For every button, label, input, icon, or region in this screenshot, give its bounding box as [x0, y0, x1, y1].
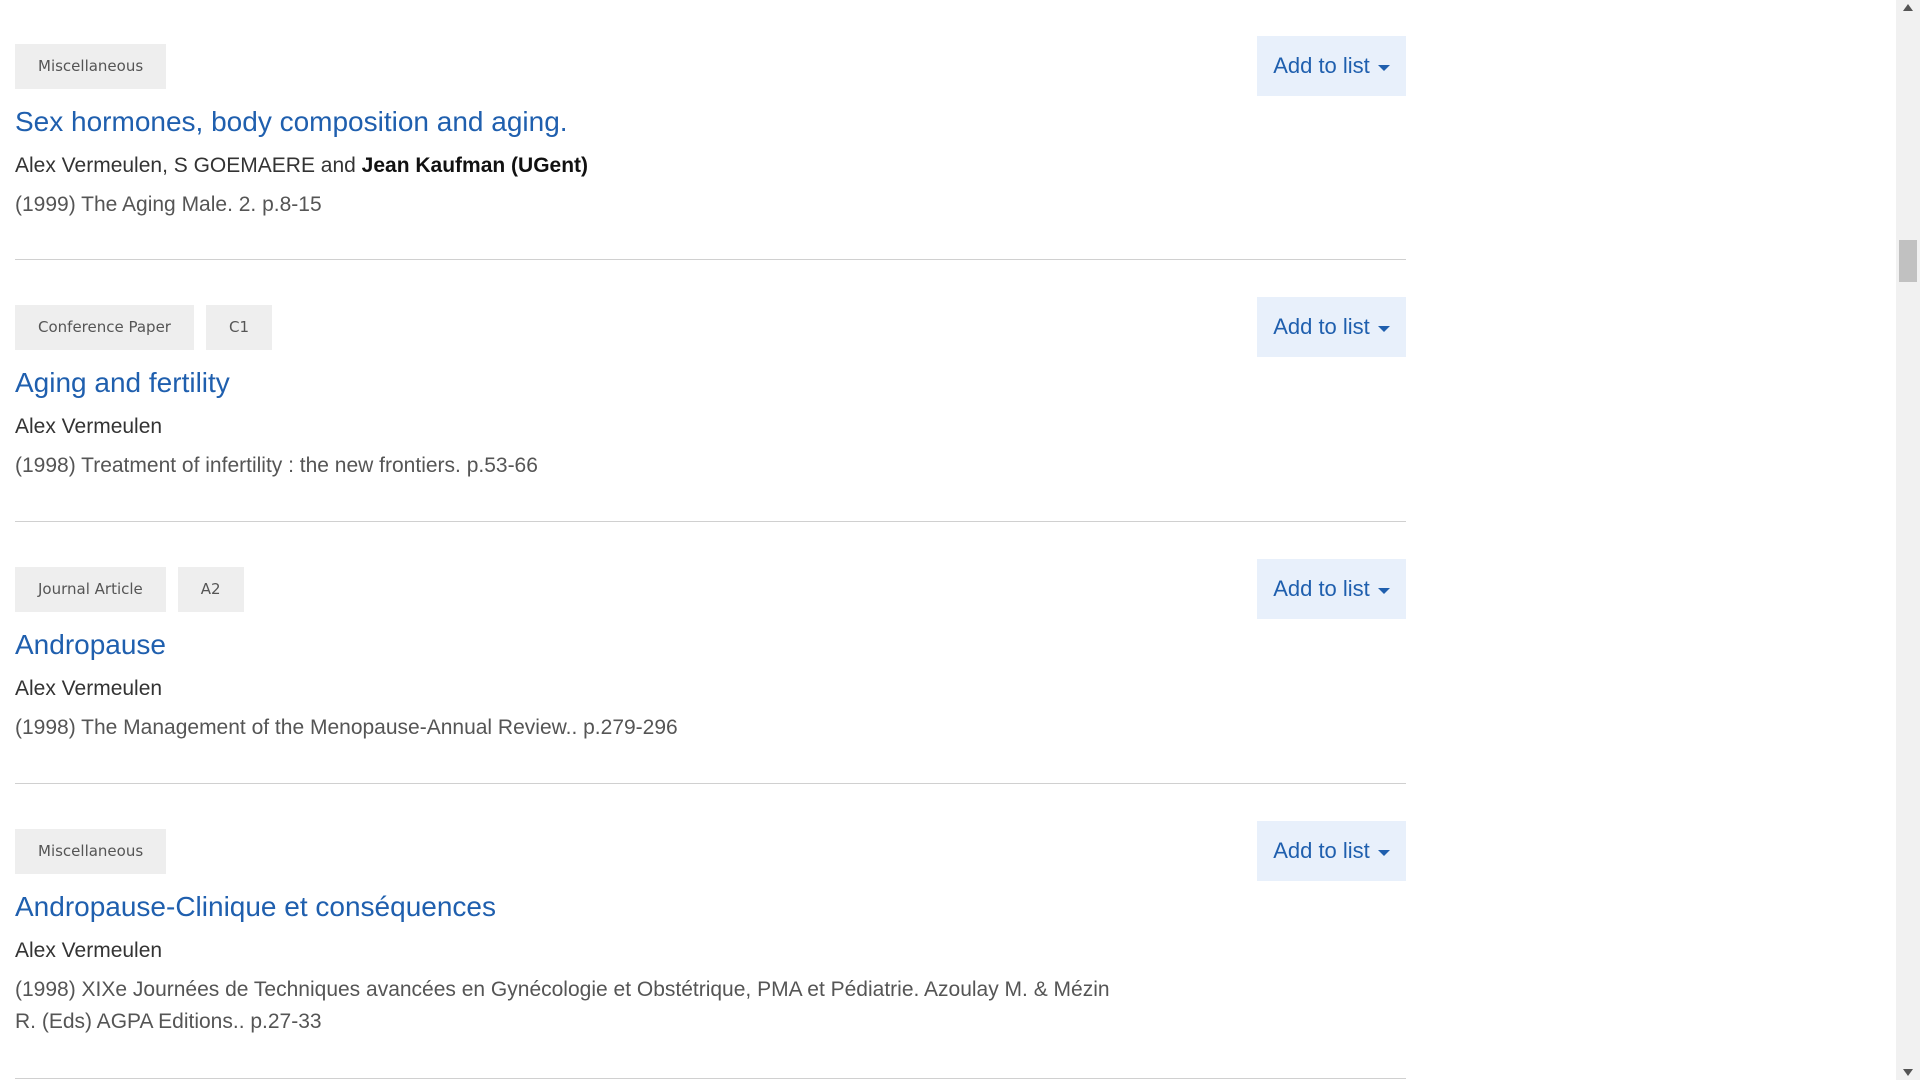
authors: Alex Vermeulen, S GOEMAERE and Jean Kauf… [15, 154, 588, 178]
add-to-list-label: Add to list [1273, 576, 1370, 601]
record-title-link[interactable]: Andropause-Clinique et conséquences [15, 891, 496, 923]
type-tag[interactable]: Conference Paper [15, 305, 194, 350]
publication-source: (1998) XIXe Journées de Techniques avanc… [15, 978, 1110, 1033]
arrow-down-icon[interactable] [1903, 1069, 1913, 1076]
page: Miscellaneous Add to list Sex hormones, … [0, 0, 1920, 1080]
arrow-up-icon[interactable] [1903, 4, 1913, 11]
publication-source: (1998) Treatment of infertility : the ne… [15, 454, 538, 477]
results-list: Miscellaneous Add to list Sex hormones, … [15, 0, 1406, 1079]
type-tag[interactable]: Journal Article [15, 567, 166, 612]
scrollbar-thumb[interactable] [1899, 240, 1917, 282]
add-to-list-label: Add to list [1273, 53, 1370, 78]
authors-text: Alex Vermeulen [15, 415, 163, 438]
authors: Alex Vermeulen [15, 677, 162, 701]
add-to-list-label: Add to list [1273, 314, 1370, 339]
add-to-list-label: Add to list [1273, 838, 1370, 863]
caret-down-icon [1377, 587, 1390, 594]
result-item: Miscellaneous Add to list Sex hormones, … [15, 0, 1406, 260]
type-tag[interactable]: Miscellaneous [15, 829, 167, 874]
result-item: Journal Article A2 Add to list Andropaus… [15, 522, 1406, 784]
record-title-link[interactable]: Aging and fertility [15, 367, 230, 399]
record-title-link[interactable]: Andropause [15, 629, 166, 661]
tag-group: Journal Article A2 [15, 567, 244, 612]
tag-group: Miscellaneous [15, 44, 167, 89]
add-to-list-button[interactable]: Add to list [1257, 559, 1406, 619]
classification-tag[interactable]: A2 [177, 567, 244, 612]
caret-down-icon [1377, 64, 1390, 71]
record-title-link[interactable]: Sex hormones, body composition and aging… [15, 106, 568, 138]
result-item: Conference Paper C1 Add to list Aging an… [15, 260, 1406, 522]
publication-source: (1999) The Aging Male. 2. p.8-15 [15, 193, 322, 216]
result-item: Miscellaneous Add to list Andropause-Cli… [15, 784, 1406, 1079]
add-to-list-button[interactable]: Add to list [1257, 297, 1406, 357]
caret-down-icon [1377, 849, 1390, 856]
tag-group: Conference Paper C1 [15, 305, 272, 350]
authors: Alex Vermeulen [15, 415, 162, 439]
ugent-author-link[interactable]: Jean Kaufman (UGent) [362, 154, 588, 177]
tag-group: Miscellaneous [15, 829, 167, 874]
type-tag[interactable]: Miscellaneous [15, 44, 167, 89]
caret-down-icon [1377, 325, 1390, 332]
authors-text: Alex Vermeulen [15, 677, 163, 700]
add-to-list-button[interactable]: Add to list [1257, 821, 1406, 881]
vertical-scrollbar[interactable] [1896, 0, 1920, 1080]
publication-source: (1998) The Management of the Menopause-A… [15, 716, 678, 739]
add-to-list-button[interactable]: Add to list [1257, 36, 1406, 96]
authors: Alex Vermeulen [15, 939, 162, 963]
classification-tag[interactable]: C1 [205, 305, 272, 350]
authors-text: Alex Vermeulen [15, 939, 163, 962]
authors-text: Alex Vermeulen, S GOEMAERE and [15, 154, 362, 177]
